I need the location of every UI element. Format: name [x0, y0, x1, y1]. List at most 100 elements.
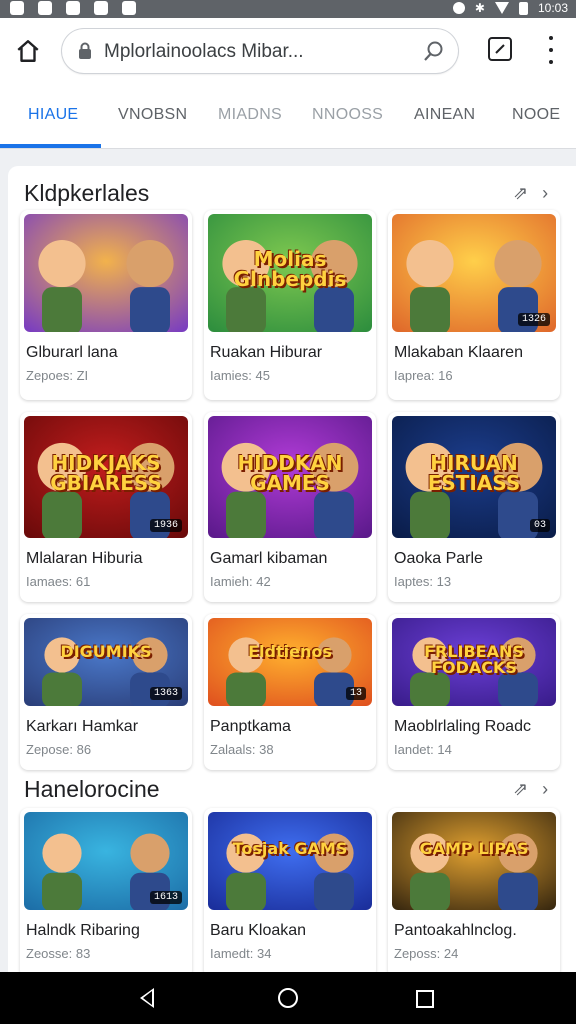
card-title: Halndk Ribaring: [26, 922, 140, 939]
card-title: Karkarı Hamkar: [26, 718, 139, 735]
thumbnail-caption: FRLIBEANS FODACKS: [424, 642, 524, 678]
card-meta: Iamieh: 42: [210, 574, 271, 589]
game-card[interactable]: HIRUAN ESTIASS 03 Oaoka Parle Iaptes: 13: [388, 412, 560, 602]
card-title: Panptkama: [210, 718, 291, 735]
back-icon[interactable]: [140, 988, 154, 1008]
chevron-right-icon[interactable]: ›: [542, 183, 548, 204]
card-meta: Zeposs: 24: [394, 946, 459, 961]
category-tabs: HIAUE VNOBSN MIADNS NNOOSS AINEAN NOOE: [0, 84, 576, 149]
home-nav-icon[interactable]: [278, 988, 298, 1008]
search-icon[interactable]: [422, 39, 446, 63]
game-card[interactable]: Molias Glnbepdis Ruakan Hiburar Iamies: 45: [204, 210, 376, 400]
card-meta: Zeosse: 83: [26, 946, 91, 961]
overflow-menu-button[interactable]: [546, 36, 556, 64]
notification-icon: [38, 1, 52, 15]
url-text: Mplorlainoolacs Mibar...: [104, 41, 304, 62]
clock: 10:03: [537, 1, 568, 15]
game-card[interactable]: Tosjak GAMS Baru Kloakan Iamedt: 34: [204, 808, 376, 978]
share-icon[interactable]: ⇗: [513, 183, 528, 204]
thumbnail-badge: 1613: [149, 891, 182, 904]
tab-4[interactable]: NNOOSS: [312, 106, 383, 124]
thumbnail-art: [208, 812, 372, 910]
card-title: Oaoka Parle: [394, 550, 483, 567]
card-title: Glburarl lana: [26, 344, 118, 361]
menu-dot-icon: [549, 36, 553, 40]
game-thumbnail[interactable]: Molias Glnbepdis: [208, 214, 372, 332]
card-title: Mlalaran Hiburia: [26, 550, 143, 567]
section-actions: ⇗ ›: [513, 779, 548, 800]
thumbnail-caption: Tosjak GAMS: [232, 839, 348, 859]
thumbnail-caption: Molias Glnbepdis: [233, 247, 347, 292]
content-panel: Kldpkerlales ⇗ › Hanelorocine ⇗ › Glbura…: [8, 166, 576, 986]
card-title: Ruakan Hiburar: [210, 344, 323, 361]
game-thumbnail[interactable]: HIDKJAKS GBIARESS 1936: [24, 416, 188, 538]
card-meta: Iamedt: 34: [210, 946, 272, 961]
section-actions: ⇗ ›: [513, 183, 548, 204]
tab-6[interactable]: NOOE: [512, 106, 560, 124]
tab-1[interactable]: HIAUE: [28, 106, 78, 124]
tab-3[interactable]: MIADNS: [218, 106, 282, 124]
alarm-icon: [452, 2, 465, 14]
menu-dot-icon: [549, 60, 553, 64]
home-button[interactable]: [10, 33, 46, 69]
thumbnail-art: [24, 214, 188, 332]
game-thumbnail[interactable]: Eldtienos 13: [208, 618, 372, 706]
game-thumbnail[interactable]: 1613: [24, 812, 188, 910]
share-icon[interactable]: ⇗: [513, 779, 528, 800]
game-thumbnail[interactable]: 1326: [392, 214, 556, 332]
thumbnail-caption: HIDKJAKS GBIARESS: [50, 450, 162, 495]
system-nav-bar: [0, 972, 576, 1024]
game-thumbnail[interactable]: [24, 214, 188, 332]
game-thumbnail[interactable]: DIGUMIKS 1363: [24, 618, 188, 706]
home-icon: [17, 40, 39, 62]
bluetooth-icon: ✱: [474, 1, 485, 15]
game-card[interactable]: 1326 Mlakaban Klaaren Iaprea: 16: [388, 210, 560, 400]
tab-5[interactable]: AINEAN: [414, 106, 475, 124]
game-card[interactable]: Glburarl lana Zepoes: ZI: [20, 210, 192, 400]
game-thumbnail[interactable]: HIDDKAN GAMES: [208, 416, 372, 538]
thumbnail-badge: 03: [529, 519, 550, 532]
recents-icon[interactable]: [416, 990, 434, 1008]
card-meta: Iaptes: 13: [394, 574, 452, 589]
game-card[interactable]: Eldtienos 13 Panptkama Zalaals: 38: [204, 614, 376, 770]
card-meta: Zepoes: ZI: [26, 368, 89, 383]
thumbnail-art: [392, 812, 556, 910]
thumbnail-badge: 1936: [149, 519, 182, 532]
game-thumbnail[interactable]: FRLIBEANS FODACKS: [392, 618, 556, 706]
wifi-icon: [494, 2, 509, 14]
game-card[interactable]: GAMP LIPAS Pantoakahlnclog. Zeposs: 24: [388, 808, 560, 978]
game-thumbnail[interactable]: HIRUAN ESTIASS 03: [392, 416, 556, 538]
notification-icon: [66, 1, 80, 15]
tab-switcher-button[interactable]: [488, 37, 512, 61]
card-title: Maoblrlaling Roadc: [394, 718, 531, 735]
game-card[interactable]: HIDKJAKS GBIARESS 1936 Mlalaran Hiburia Iam…: [20, 412, 192, 602]
active-tab-indicator: [0, 144, 101, 148]
section-title: Hanelorocine: [24, 776, 160, 802]
browser-toolbar: Mplorlainoolacs Mibar...: [0, 18, 576, 85]
section-title: Kldpkerlales: [24, 180, 150, 206]
card-title: Pantoakahlnclog.: [394, 922, 517, 939]
menu-dot-icon: [549, 48, 553, 52]
tab-switcher-icon: [495, 44, 505, 54]
card-meta: Iamies: 45: [210, 368, 270, 383]
thumbnail-caption: GAMP LIPAS: [419, 839, 529, 859]
game-card[interactable]: DIGUMIKS 1363 Karkarı Hamkar Zepose: 86: [20, 614, 192, 770]
thumbnail-caption: HIDDKAN GAMES: [237, 450, 343, 495]
address-bar[interactable]: Mplorlainoolacs Mibar...: [62, 29, 458, 73]
card-meta: Zalaals: 38: [210, 742, 274, 757]
notification-icons: [10, 1, 136, 15]
game-card[interactable]: 1613 Halndk Ribaring Zeosse: 83: [20, 808, 192, 978]
game-card[interactable]: HIDDKAN GAMES Gamarl kibaman Iamieh: 42: [204, 412, 376, 602]
card-meta: Iandet: 14: [394, 742, 452, 757]
thumbnail-caption: Eldtienos: [248, 642, 332, 662]
notification-icon: [94, 1, 108, 15]
game-card[interactable]: FRLIBEANS FODACKS Maoblrlaling Roadc Iande…: [388, 614, 560, 770]
tab-2[interactable]: VNOBSN: [118, 106, 187, 124]
thumbnail-caption: DIGUMIKS: [60, 642, 152, 662]
chevron-right-icon[interactable]: ›: [542, 779, 548, 800]
game-thumbnail[interactable]: Tosjak GAMS: [208, 812, 372, 910]
card-title: Gamarl kibaman: [210, 550, 328, 567]
game-thumbnail[interactable]: GAMP LIPAS: [392, 812, 556, 910]
card-title: Mlakaban Klaaren: [394, 344, 523, 361]
battery-icon: [518, 1, 528, 15]
